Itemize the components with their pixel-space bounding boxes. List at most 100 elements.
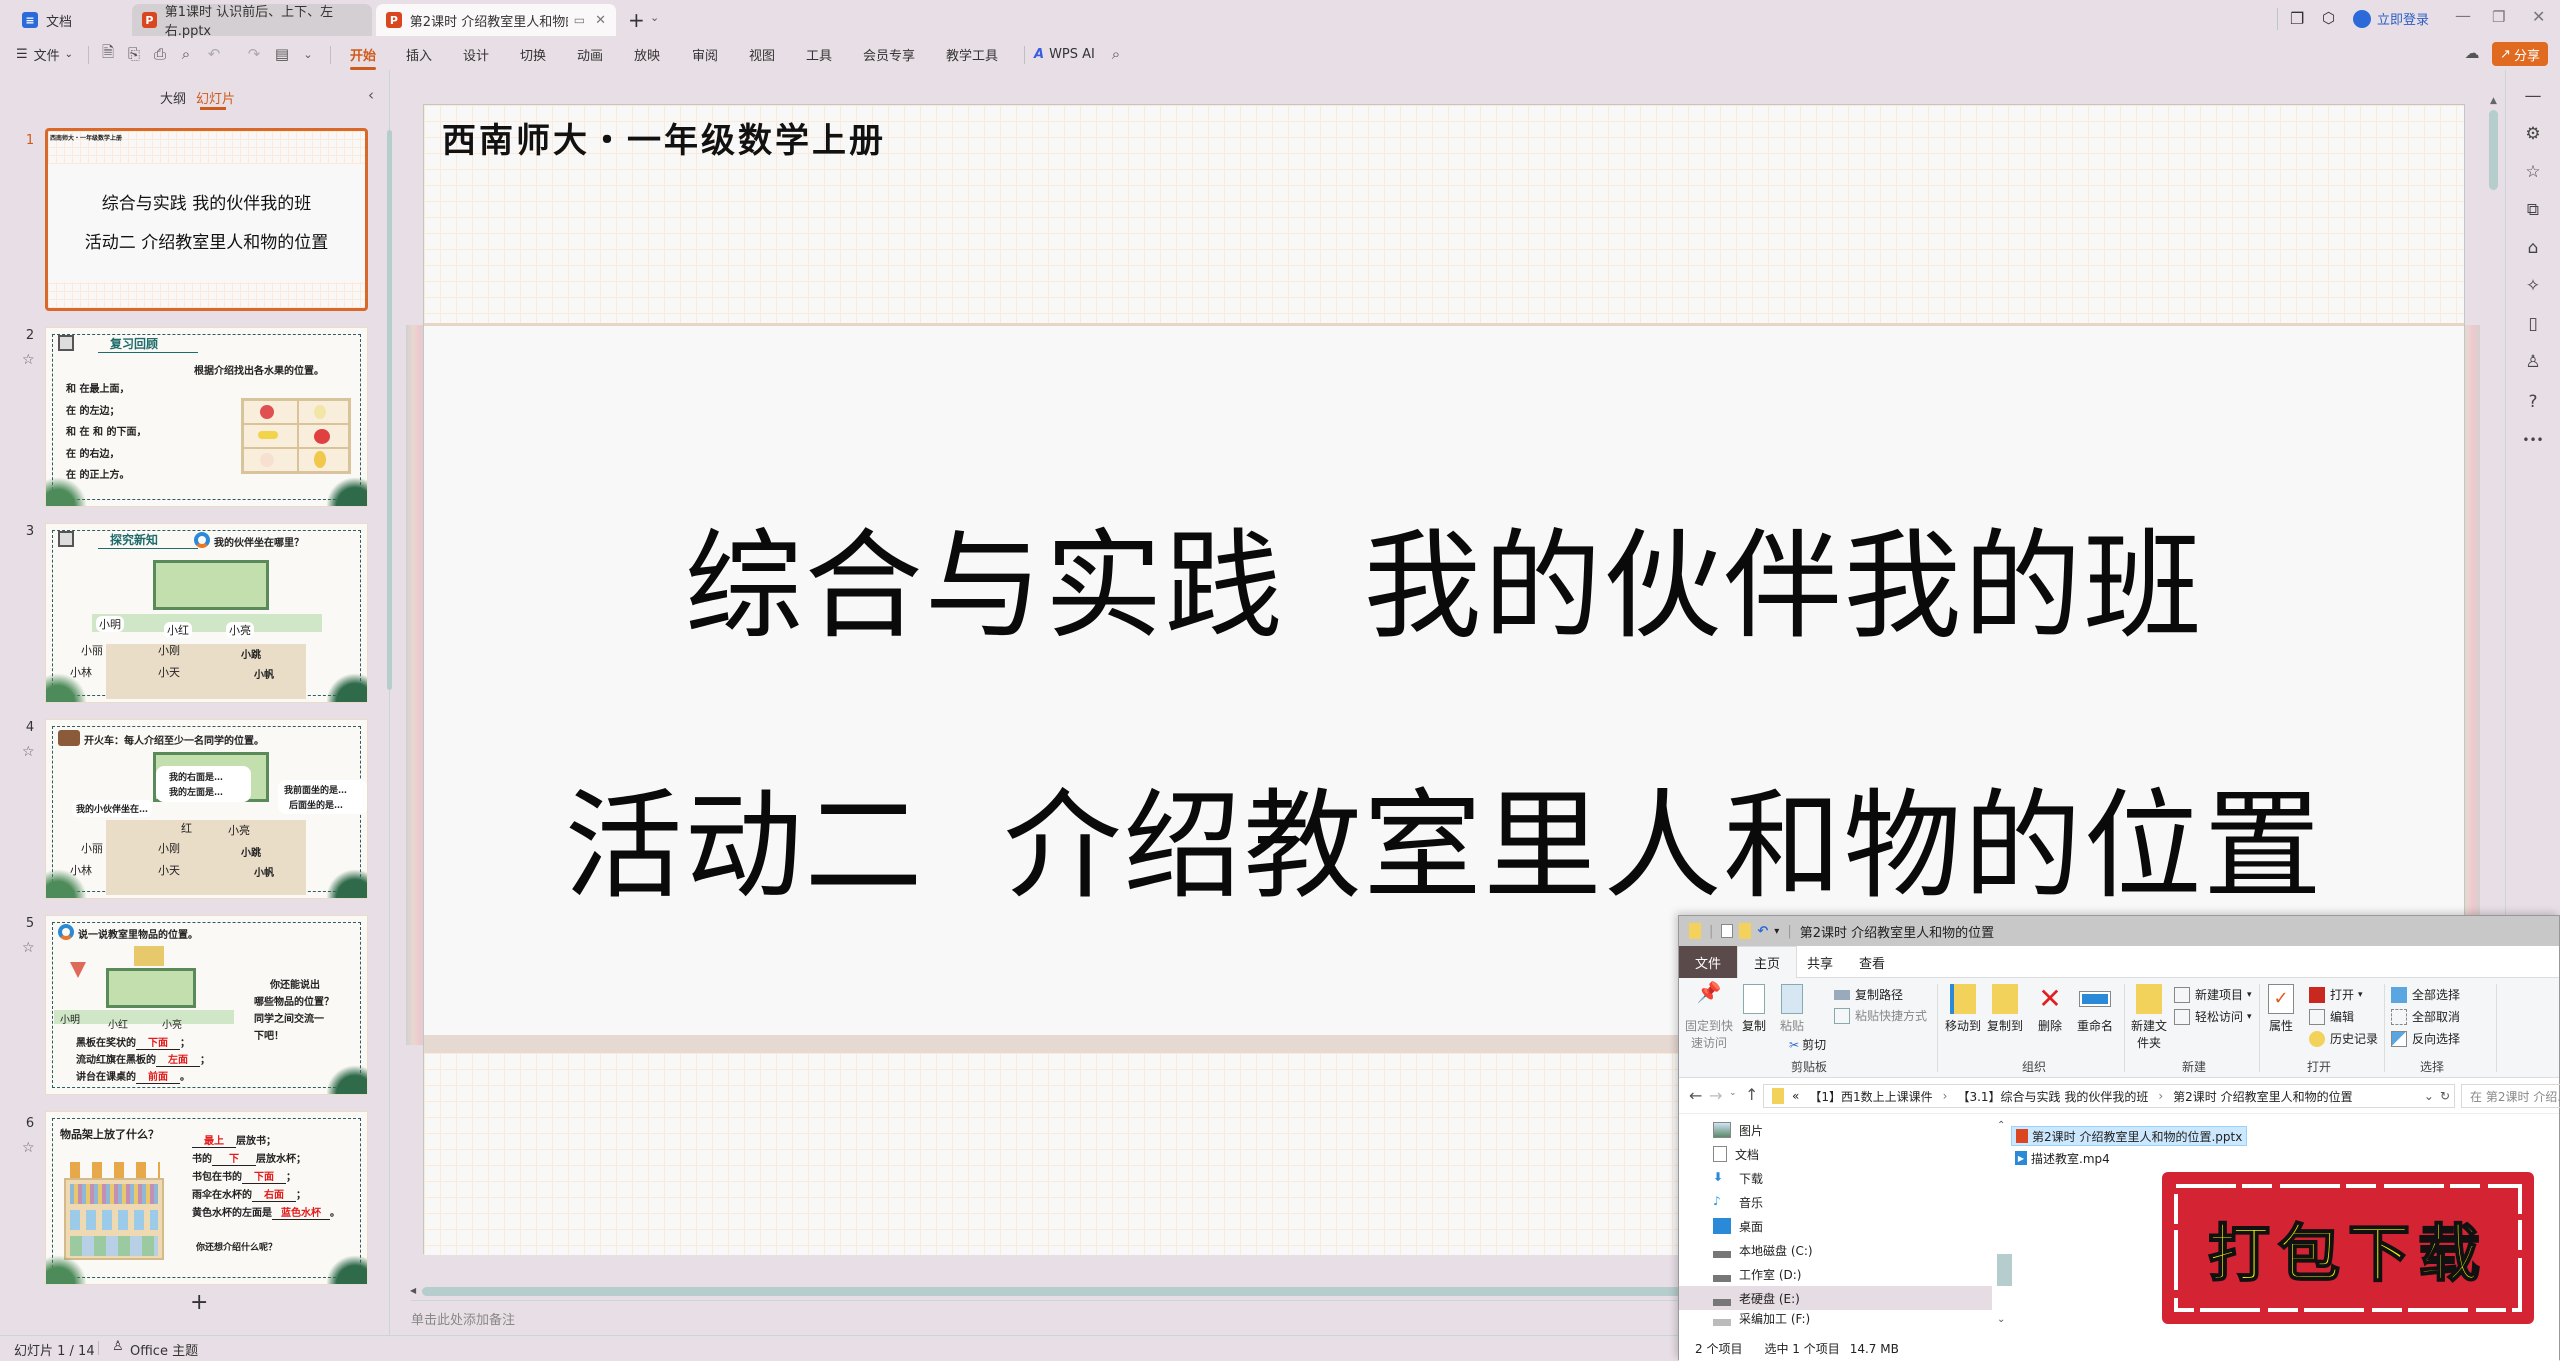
nav-item-drive-e[interactable]: 老硬盘 (E:)	[1679, 1286, 1992, 1310]
window-tile-icon[interactable]: ❐	[2290, 9, 2304, 28]
nav-item-pictures[interactable]: 图片	[1679, 1118, 2001, 1142]
tab-lesson-1[interactable]: P 第1课时 认识前后、上下、左右.pptx	[132, 4, 372, 39]
tab-teaching-tools[interactable]: 教学工具	[946, 38, 998, 70]
breadcrumb-overflow[interactable]: «	[1792, 1089, 1799, 1103]
print-preview-icon[interactable]: ⌕	[176, 44, 196, 64]
tab-slideshow[interactable]: 放映	[634, 38, 660, 70]
animation-star-icon[interactable]: ☆	[2521, 160, 2545, 184]
close-window-icon[interactable]: ✕	[2532, 7, 2545, 26]
book-search-icon[interactable]: ▯	[2521, 312, 2545, 336]
breadcrumb-item[interactable]: 【1】西1数上上课课件	[1809, 1088, 1932, 1105]
back-arrow-icon[interactable]: ←	[1689, 1086, 1702, 1105]
easy-access-button[interactable]: 轻松访问 ▾	[2174, 1008, 2252, 1025]
nav-item-desktop[interactable]: 桌面	[1679, 1214, 2001, 1238]
delete-button[interactable]: ✕ 删除	[2035, 984, 2065, 1035]
undo-icon[interactable]: ↶	[204, 44, 224, 64]
tab-transition[interactable]: 切换	[520, 38, 546, 70]
select-all-button[interactable]: 全部选择	[2391, 986, 2460, 1003]
rename-button[interactable]: 重命名	[2075, 984, 2115, 1035]
nav-item-drive-f[interactable]: 采编加工 (F:)	[1679, 1310, 2001, 1326]
tab-outline[interactable]: 大纲	[160, 88, 186, 107]
slide-header[interactable]: 西南师大・一年级数学上册	[442, 113, 886, 162]
print-icon[interactable]: ⎙	[150, 44, 170, 64]
tab-lesson-2[interactable]: P 第2课时 介绍教室里人和物的位 ▭ ✕	[376, 4, 616, 36]
properties-qa-icon[interactable]	[1721, 924, 1734, 938]
tab-list-chevron-icon[interactable]: ⌄	[650, 11, 659, 24]
cut-button[interactable]: ✂ 剪切	[1789, 1036, 1826, 1053]
slide-title-line-1[interactable]: 综合与实践 我的伙伴我的班	[424, 490, 2464, 661]
forward-arrow-icon[interactable]: →	[1709, 1086, 1722, 1105]
collapse-panel-icon[interactable]: ‹	[368, 86, 374, 104]
search-icon[interactable]: ⌕	[1106, 44, 1126, 64]
slide-thumbnail-4[interactable]: 开火车：每人介绍至少一名同学的位置。 我的右面是… 我的左面是… 我前面坐的是……	[45, 719, 368, 899]
star-icon[interactable]: ☆	[22, 940, 35, 956]
cube-icon[interactable]: ⬡	[2322, 9, 2335, 27]
tab-home[interactable]: 开始	[350, 38, 377, 70]
nav-item-drive-c[interactable]: 本地磁盘 (C:)	[1679, 1238, 2001, 1262]
properties-button[interactable]: ✓ 属性	[2264, 984, 2298, 1035]
wps-ai-button[interactable]: A WPS AI	[1034, 38, 1095, 70]
nav-item-downloads[interactable]: ⬇ 下载	[1679, 1166, 2001, 1190]
history-button[interactable]: 历史记录	[2309, 1030, 2378, 1047]
breadcrumb-item[interactable]: 第2课时 介绍教室里人和物的位置	[2173, 1088, 2352, 1105]
star-icon[interactable]: ☆	[22, 352, 35, 368]
tab-file[interactable]: 文件	[1679, 946, 1738, 978]
tab-share[interactable]: 共享	[1791, 946, 1849, 978]
file-item[interactable]: 第2课时 介绍教室里人和物的位置.pptx	[2011, 1126, 2248, 1146]
slide-thumbnail-3[interactable]: 探究新知 我的伙伴坐在哪里？ 小明 小红 小亮 小丽 小刚 小跳 小林 小天 小…	[45, 523, 368, 703]
slide-thumbnail-6[interactable]: 物品架上放了什么？ 最上 层放书； 书的下层放水杯； 书包在书的 下面； 雨伞在水杯…	[45, 1111, 368, 1285]
quick-access-chevron-icon[interactable]: ⌄	[298, 44, 318, 64]
pin-quick-access-button[interactable]: 📌 固定到快速访问	[1685, 982, 1733, 1052]
panel-scrollbar[interactable]	[387, 130, 392, 690]
star-icon[interactable]: ☆	[22, 744, 35, 760]
open-button[interactable]: 打开 ▾	[2309, 986, 2363, 1003]
move-to-button[interactable]: 移动到	[1943, 984, 1983, 1035]
refresh-icon[interactable]: ↻	[2440, 1089, 2450, 1103]
copy-button[interactable]: 复制	[1739, 984, 1769, 1035]
select-none-button[interactable]: 全部取消	[2391, 1008, 2460, 1025]
invert-selection-button[interactable]: 反向选择	[2391, 1030, 2460, 1047]
add-slide-button[interactable]: +	[190, 1290, 208, 1315]
copy-path-button[interactable]: 复制路径	[1834, 986, 1903, 1003]
tab-design[interactable]: 设计	[463, 38, 489, 70]
tab-tools[interactable]: 工具	[806, 38, 832, 70]
new-folder-button[interactable]: 新建文件夹	[2129, 984, 2169, 1052]
cloud-upload-icon[interactable]: ☁	[2462, 43, 2482, 63]
properties-sliders-icon[interactable]: ⚙	[2521, 122, 2545, 146]
slide-thumbnail-5[interactable]: 说一说教室里物品的位置。 小明 小红 小亮 你还能说出 哪些物品的位置？ 同学之…	[45, 915, 368, 1095]
paste-button[interactable]: 粘贴	[1777, 984, 1807, 1035]
horizontal-scrollbar[interactable]	[422, 1287, 1692, 1296]
export-pdf-icon[interactable]: ⎘	[124, 44, 144, 64]
undo-icon[interactable]: ↶	[1757, 924, 1768, 939]
tab-view[interactable]: 查看	[1843, 946, 1901, 978]
more-icon[interactable]: •••	[2521, 428, 2545, 452]
nav-item-music[interactable]: ♪ 音乐	[1679, 1190, 2001, 1214]
address-dropdown-icon[interactable]: ⌄	[2424, 1089, 2434, 1103]
collapse-rail-icon[interactable]: —	[2521, 84, 2545, 108]
float-window-icon[interactable]: ▭	[574, 13, 585, 27]
theme-name[interactable]: Office 主题	[130, 1340, 198, 1359]
star-icon[interactable]: ☆	[22, 1140, 35, 1156]
magic-wand-icon[interactable]: ✧	[2521, 274, 2545, 298]
save-icon[interactable]: 🗎	[98, 43, 118, 64]
restore-icon[interactable]: ❐	[2492, 8, 2505, 26]
login-button[interactable]: 立即登录	[2353, 9, 2429, 28]
slide-thumbnail-1[interactable]: 西南师大・一年级数学上册 综合与实践 我的伙伴我的班 活动二 介绍教室里人和物的…	[45, 128, 368, 311]
slide-thumbnail-2[interactable]: 复习回顾 根据介绍找出各水果的位置。 和 在最上面， 在 的左边； 和 在 和 …	[45, 327, 368, 507]
copy-to-button[interactable]: 复制到	[1985, 984, 2025, 1035]
nav-item-drive-d[interactable]: 工作室 (D:)	[1679, 1262, 2001, 1286]
breadcrumb-item[interactable]: 【3.1】综合与实践 我的伙伴我的班	[1957, 1088, 2148, 1105]
paste-shortcut-button[interactable]: 粘贴快捷方式	[1834, 1007, 1927, 1024]
tab-view[interactable]: 视图	[749, 38, 775, 70]
download-package-stamp[interactable]: 打包下载	[2162, 1172, 2534, 1324]
address-path[interactable]: « 【1】西1数上上课课件 › 【3.1】综合与实践 我的伙伴我的班 › 第2课…	[1763, 1084, 2455, 1108]
theme-shirt-icon[interactable]: ♙	[2521, 350, 2545, 374]
tab-documents[interactable]: ≡ 文档	[12, 4, 122, 36]
tab-animation[interactable]: 动画	[577, 38, 603, 70]
slide-title-line-2[interactable]: 活动二 介绍教室里人和物的位置	[424, 750, 2464, 921]
minimize-icon[interactable]: —	[2455, 6, 2471, 25]
up-arrow-icon[interactable]: ↑	[1745, 1085, 1758, 1104]
nav-item-documents[interactable]: 文档	[1679, 1142, 2001, 1166]
customize-qa-chevron-icon[interactable]: ▾	[1774, 926, 1779, 937]
new-item-button[interactable]: 新建项目 ▾	[2174, 986, 2252, 1003]
